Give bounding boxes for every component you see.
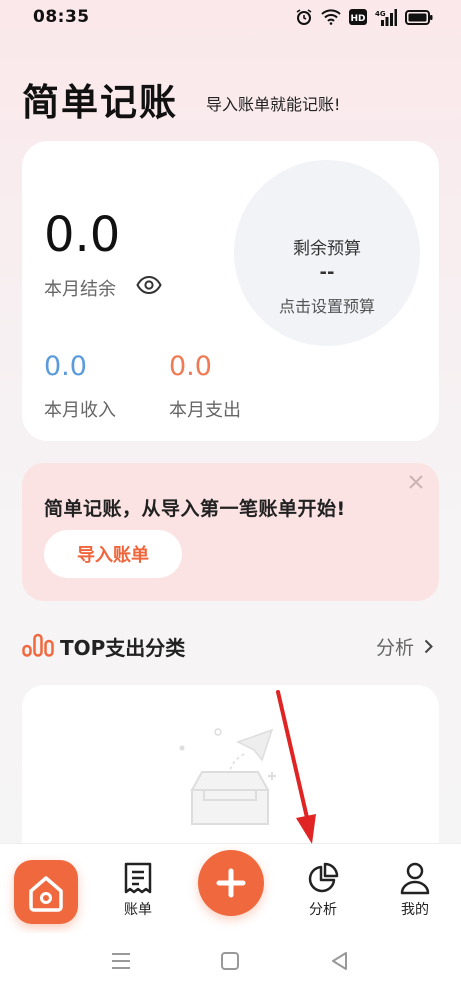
empty-state-icon: [179, 728, 276, 825]
back-icon[interactable]: [330, 951, 350, 971]
tab-home[interactable]: [14, 860, 78, 924]
monthly-summary-card: 0.0 本月结余 剩余预算 -- 点击设置预算 0.0 本月收入 0.0 本月支…: [22, 141, 439, 441]
eye-icon[interactable]: [136, 275, 162, 295]
import-promo-card: 简单记账，从导入第一笔账单开始! 导入账单: [22, 463, 439, 601]
budget-value: --: [319, 262, 335, 283]
status-icons: HD 4G: [295, 8, 433, 26]
import-bill-button[interactable]: 导入账单: [44, 530, 182, 578]
expense-value: 0.0: [169, 351, 212, 382]
chevron-right-icon: [424, 639, 433, 654]
app-title: 简单记账: [22, 81, 178, 124]
add-record-button[interactable]: [198, 850, 264, 916]
analysis-link[interactable]: 分析: [376, 633, 433, 660]
wifi-icon: [321, 9, 341, 25]
income-label: 本月收入: [44, 400, 116, 421]
network-type: 4G: [375, 10, 386, 18]
home-nav-icon[interactable]: [220, 951, 240, 971]
plus-icon: [216, 868, 246, 898]
promo-text: 简单记账，从导入第一笔账单开始!: [44, 498, 346, 520]
pie-chart-icon: [308, 862, 339, 893]
bar-chart-icon: [22, 633, 54, 657]
svg-text:HD: HD: [350, 14, 365, 24]
budget-title: 剩余预算: [293, 239, 361, 259]
close-icon[interactable]: [405, 471, 427, 493]
section-title: TOP支出分类: [60, 636, 186, 660]
bottom-tab-bar: 账单 分析 我的: [0, 843, 461, 933]
user-icon: [400, 862, 430, 895]
alarm-icon: [296, 9, 312, 25]
tab-analysis-label: 分析: [309, 902, 337, 918]
tab-bills-label: 账单: [124, 902, 152, 918]
home-icon: [29, 876, 63, 912]
battery-icon: [405, 9, 433, 25]
hd-icon: HD: [349, 9, 367, 25]
status-bar: 08:35 HD 4G: [0, 0, 461, 36]
tab-bills[interactable]: 账单: [108, 844, 168, 934]
balance-label: 本月结余: [44, 279, 116, 300]
tab-mine-label: 我的: [401, 902, 429, 918]
status-time: 08:35: [33, 7, 90, 27]
app-subtitle: 导入账单就能记账!: [206, 95, 341, 114]
menu-icon[interactable]: [110, 951, 132, 971]
system-nav-bar: [0, 933, 461, 982]
expense-label: 本月支出: [169, 400, 241, 421]
signal-icon: 4G: [375, 8, 397, 26]
top-expense-header: TOP支出分类 分析: [22, 627, 439, 663]
bill-icon: [124, 862, 152, 894]
budget-circle[interactable]: 剩余预算 -- 点击设置预算: [234, 160, 420, 346]
analysis-link-label: 分析: [375, 637, 414, 659]
tab-analysis[interactable]: 分析: [293, 844, 353, 934]
top-expense-card: [22, 685, 439, 855]
income-value: 0.0: [44, 351, 87, 382]
set-budget-link[interactable]: 点击设置预算: [234, 293, 420, 317]
tab-mine[interactable]: 我的: [385, 844, 445, 934]
balance-value: 0.0: [44, 207, 121, 263]
